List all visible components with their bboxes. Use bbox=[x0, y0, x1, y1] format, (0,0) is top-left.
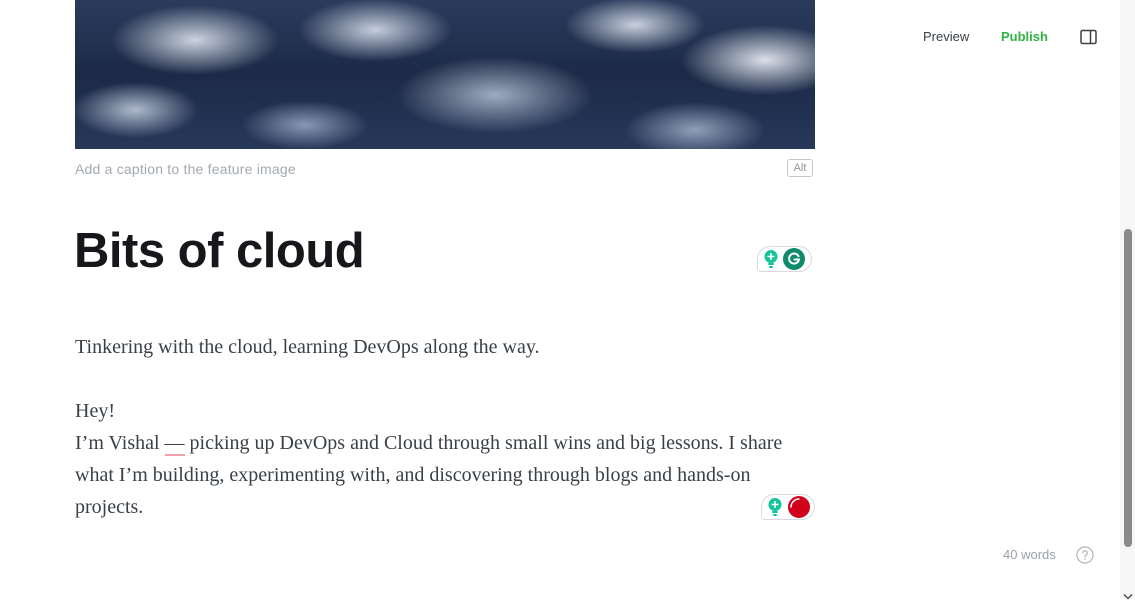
word-count: 40 words bbox=[1003, 547, 1056, 562]
feature-image[interactable] bbox=[75, 0, 815, 149]
grammarly-widget-body[interactable] bbox=[761, 494, 815, 520]
grammar-flagged-dash[interactable]: — bbox=[164, 432, 185, 456]
lightbulb-icon[interactable] bbox=[766, 497, 784, 517]
scroll-down-arrow-icon[interactable] bbox=[1123, 588, 1133, 600]
scrollbar-thumb[interactable] bbox=[1124, 229, 1132, 547]
lightbulb-icon[interactable] bbox=[762, 249, 780, 269]
intro-start: I’m Vishal bbox=[75, 432, 165, 454]
preview-button[interactable]: Preview bbox=[923, 29, 969, 44]
help-icon[interactable] bbox=[1076, 546, 1094, 564]
post-title[interactable]: Bits of cloud bbox=[74, 222, 365, 280]
grammarly-widget-title[interactable] bbox=[757, 246, 812, 272]
feature-image-caption-input[interactable]: Add a caption to the feature image bbox=[75, 161, 296, 177]
body-greeting: Hey! bbox=[75, 400, 115, 422]
body-intro: I’m Vishal — picking up DevOps and Cloud… bbox=[75, 427, 810, 523]
post-body[interactable]: Hey! I’m Vishal — picking up DevOps and … bbox=[75, 395, 810, 523]
grammarly-icon[interactable] bbox=[783, 248, 805, 270]
grammarly-alert-icon[interactable] bbox=[787, 496, 811, 518]
post-excerpt[interactable]: Tinkering with the cloud, learning DevOp… bbox=[75, 331, 540, 363]
publish-button[interactable]: Publish bbox=[1001, 29, 1048, 44]
alt-text-button[interactable]: Alt bbox=[787, 159, 813, 177]
sidebar-toggle-icon[interactable] bbox=[1080, 29, 1097, 45]
